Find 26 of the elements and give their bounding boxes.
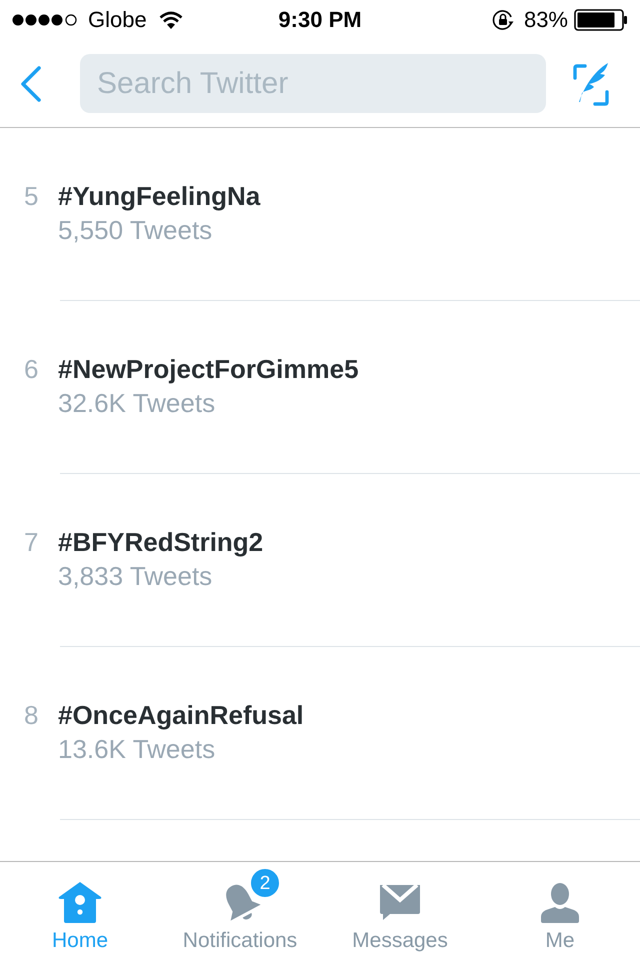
battery-percentage: 83% (524, 7, 568, 33)
envelope-icon (379, 884, 421, 920)
trend-hashtag[interactable]: #BFYRedString2 (58, 527, 264, 557)
home-icon (58, 881, 102, 923)
tweet-count: 13.6K Tweets (58, 734, 216, 764)
trend-rank: 7 (24, 527, 38, 557)
search-field[interactable]: Search Twitter (80, 54, 546, 113)
rotation-lock-icon (492, 9, 514, 31)
trend-hashtag[interactable]: #NewProjectForGimme5 (58, 354, 359, 384)
back-icon[interactable] (20, 66, 42, 102)
wifi-icon (158, 11, 183, 29)
trend-rank: 6 (24, 354, 38, 384)
trend-rank: 5 (24, 181, 38, 211)
tweet-count: 32.6K Tweets (58, 388, 216, 418)
status-time: 9:30 PM (278, 7, 362, 33)
notification-badge: 2 (249, 867, 281, 899)
compose-icon[interactable] (573, 62, 609, 106)
person-icon (539, 881, 581, 923)
tweet-count: 3,833 Tweets (58, 561, 212, 591)
trend-hashtag[interactable]: #OnceAgainRefusal (58, 700, 304, 730)
trend-hashtag[interactable]: #YungFeelingNa (58, 181, 260, 211)
trend-rank: 8 (24, 700, 38, 730)
signal-strength-icon (12, 14, 78, 26)
tweet-count: 5,550 Tweets (58, 215, 212, 245)
battery-icon (574, 9, 628, 31)
carrier-name: Globe (88, 7, 147, 33)
